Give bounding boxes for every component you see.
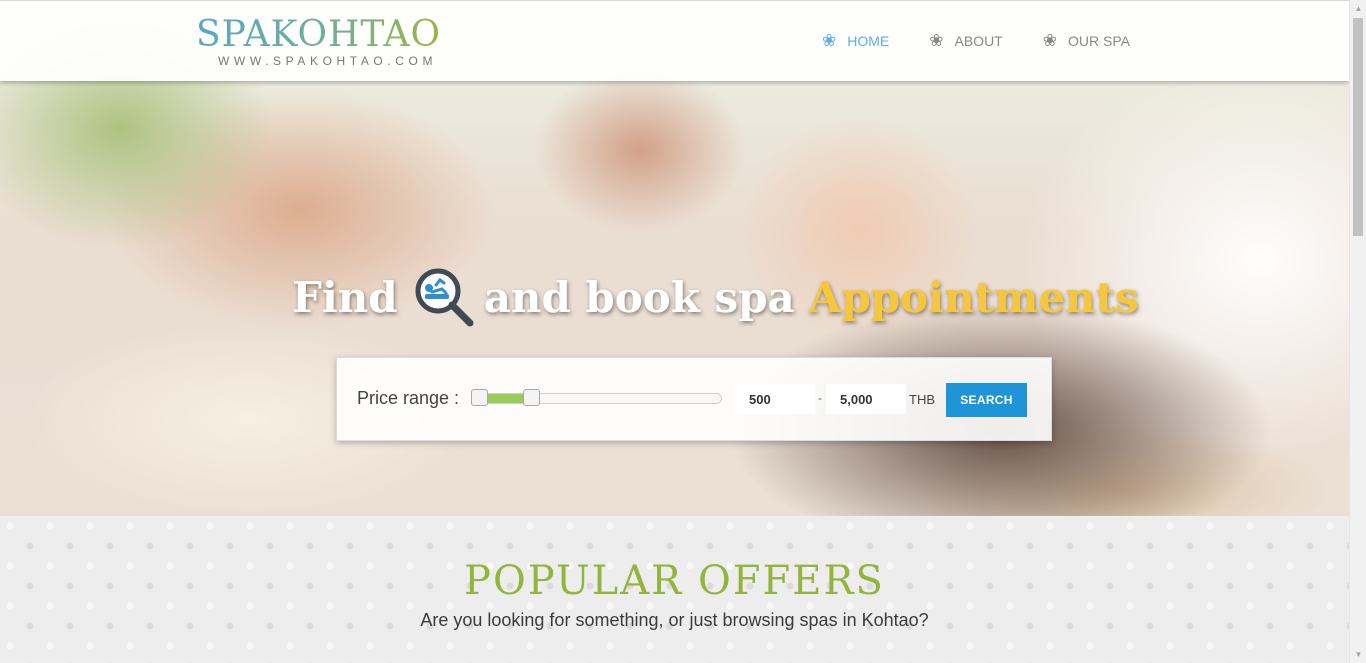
popular-offers-section: POPULAR OFFERS Are you looking for somet… — [0, 516, 1349, 663]
nav-item-about[interactable]: ❀ ABOUT — [929, 32, 1002, 50]
price-range-label: Price range : — [357, 388, 460, 408]
site-header: SPAKOHTAO WWW.SPAKOHTAO.COM ❀ HOME ❀ ABO… — [0, 0, 1349, 81]
price-range-panel: Price range : - THB SEARCH — [336, 357, 1052, 441]
slider-handle-min[interactable] — [470, 389, 488, 406]
site-logo[interactable]: SPAKOHTAO WWW.SPAKOHTAO.COM — [196, 14, 441, 68]
min-price-input[interactable] — [735, 384, 815, 414]
page-scrollbar[interactable]: ▲ ▼ — [1349, 0, 1366, 663]
magnifier-spa-icon — [415, 268, 474, 327]
search-button[interactable]: SEARCH — [946, 383, 1027, 417]
headline-find: Find — [292, 272, 398, 322]
nav-item-label: ABOUT — [954, 33, 1003, 49]
slider-handle-max[interactable] — [523, 389, 541, 406]
max-price-input[interactable] — [826, 384, 906, 414]
headline-accent: Appointments — [808, 272, 1139, 322]
headline-middle: and book spa — [483, 272, 795, 322]
nav-item-label: OUR SPA — [1067, 33, 1130, 49]
offers-title: POPULAR OFFERS — [464, 558, 885, 604]
scroll-up-arrow-icon[interactable]: ▲ — [1350, 0, 1366, 17]
flower-icon: ❀ — [1042, 31, 1057, 50]
hero-headline: Find and book spa Appointments — [292, 262, 1139, 332]
nav-item-home[interactable]: ❀ HOME — [822, 32, 889, 50]
flower-icon: ❀ — [822, 31, 837, 50]
nav-item-our-spa[interactable]: ❀ OUR SPA — [1043, 32, 1130, 50]
range-separator: - — [818, 391, 822, 405]
flower-icon: ❀ — [929, 31, 944, 50]
price-range-slider[interactable] — [470, 389, 722, 406]
logo-title: SPAKOHTAO — [196, 14, 441, 55]
currency-label: THB — [909, 392, 935, 407]
nav-item-label: HOME — [847, 33, 890, 49]
scroll-down-arrow-icon[interactable]: ▼ — [1350, 646, 1366, 663]
offers-subtitle: Are you looking for something, or just b… — [420, 610, 929, 630]
main-nav: ❀ HOME ❀ ABOUT ❀ OUR SPA — [822, 32, 1170, 50]
logo-subtitle: WWW.SPAKOHTAO.COM — [218, 54, 438, 68]
scrollbar-thumb[interactable] — [1353, 18, 1363, 236]
